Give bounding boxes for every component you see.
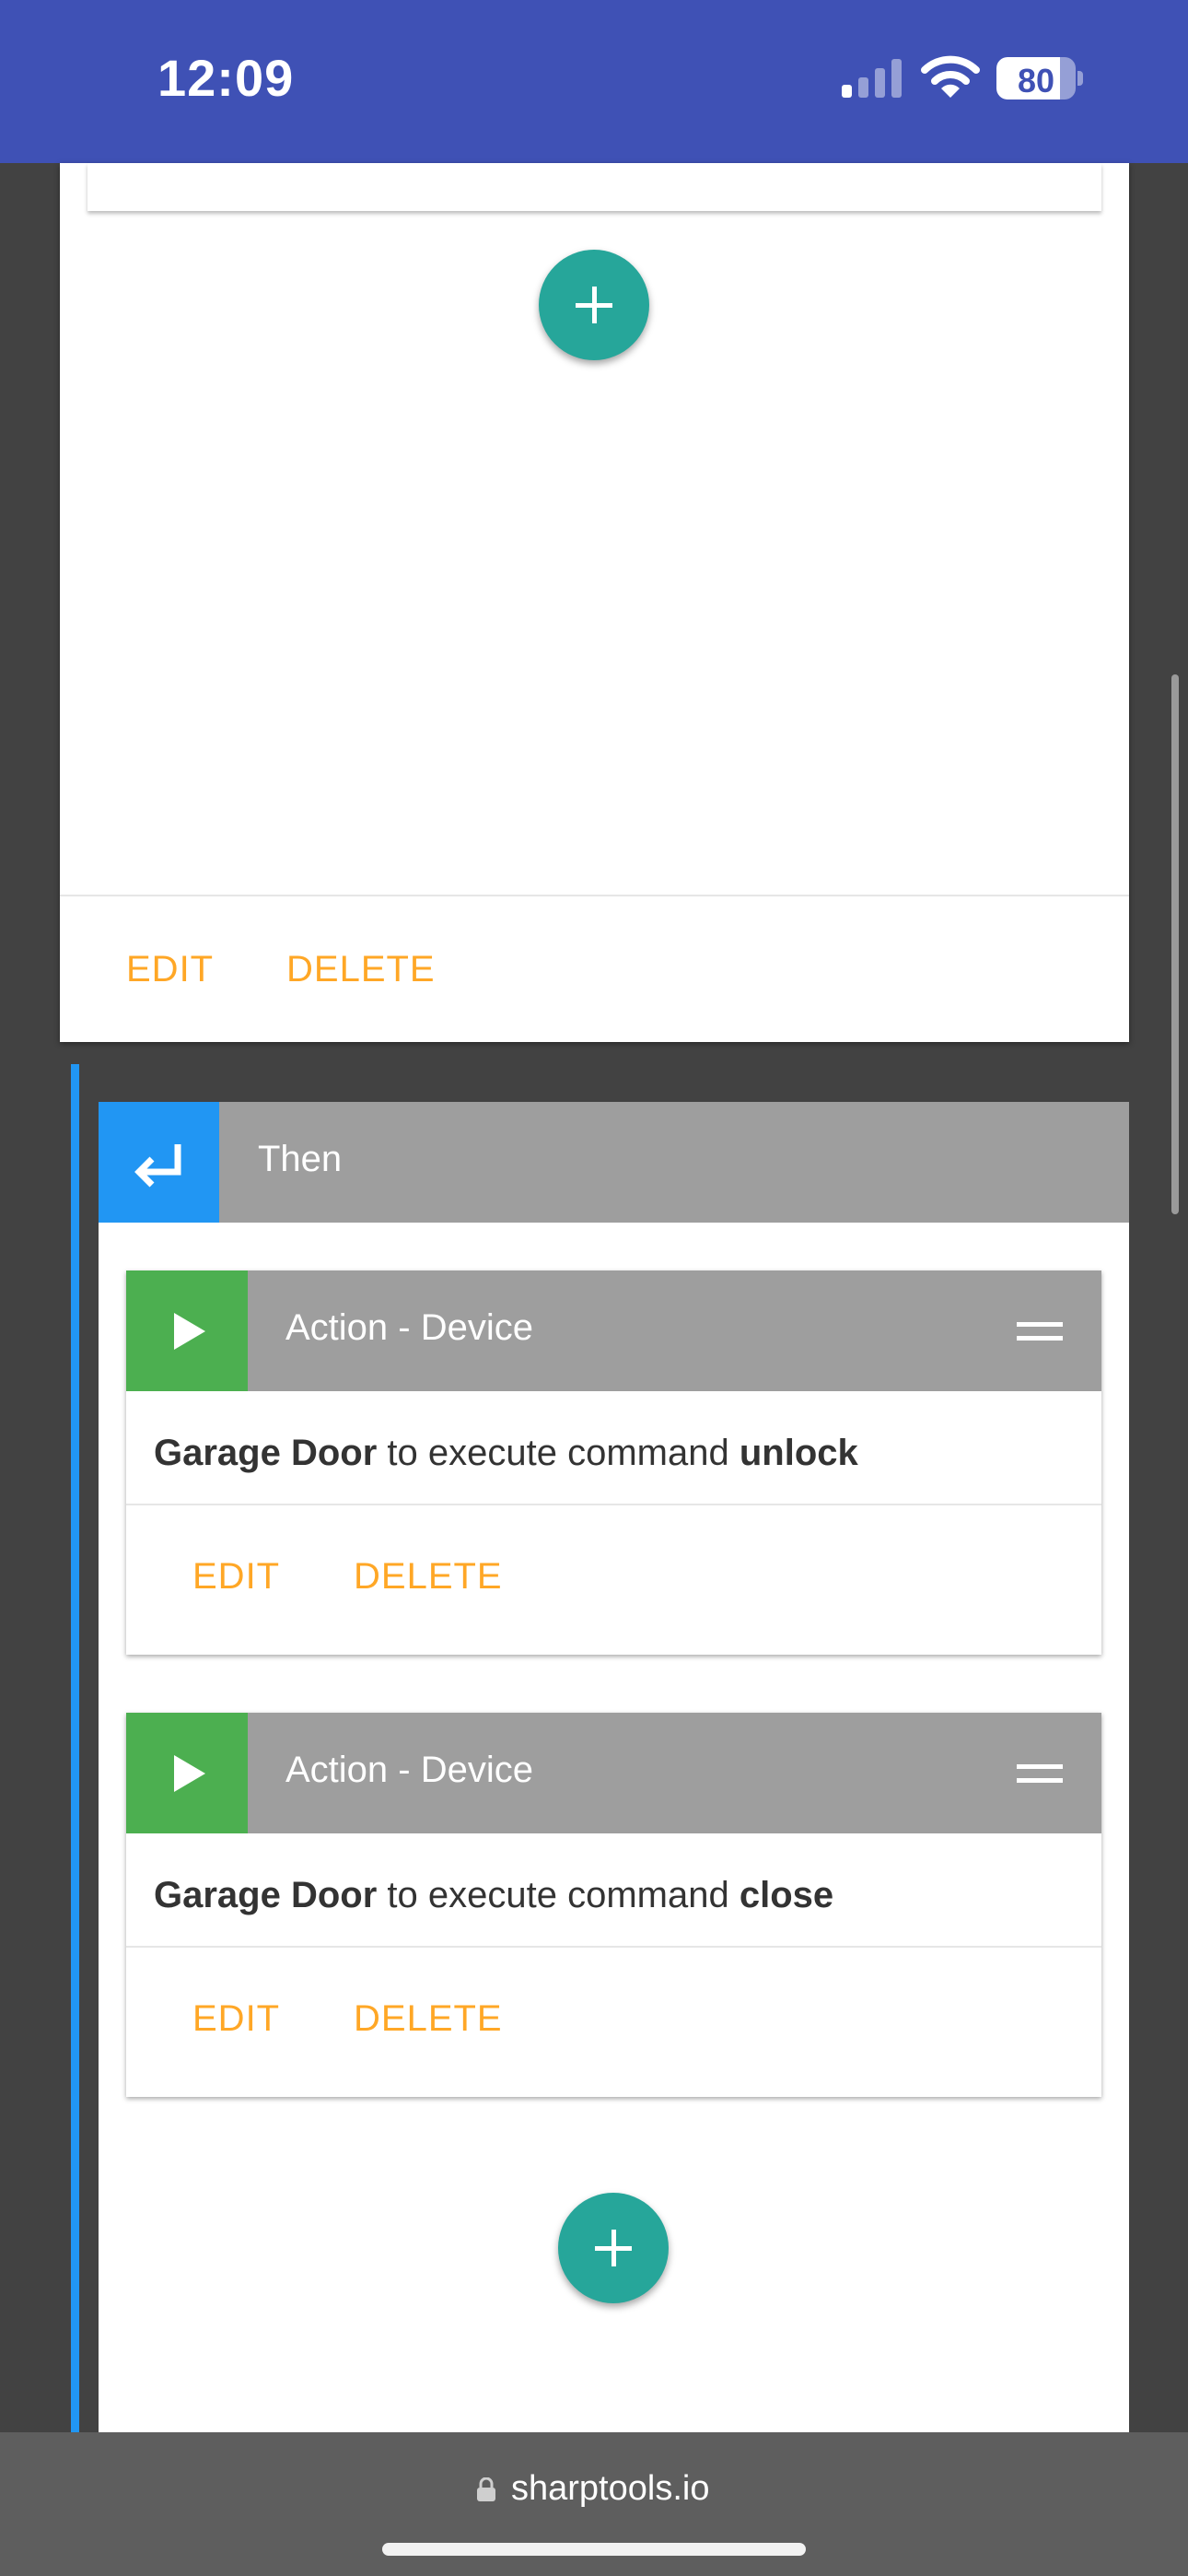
delete-button[interactable]: DELETE [286,949,436,990]
then-header [99,1102,1129,1223]
play-icon [126,1270,248,1391]
return-arrow-icon [99,1102,219,1223]
edit-button[interactable]: EDIT [192,1998,280,2040]
card-divider [60,895,1129,896]
then-branch-indicator [71,1064,79,2432]
edit-button[interactable]: EDIT [126,949,214,990]
command-name: close [739,1875,834,1915]
battery-icon: 80 [996,57,1085,101]
action-title: Action - Device [285,1750,533,1790]
device-name: Garage Door [154,1433,378,1473]
play-icon [126,1713,248,1833]
lock-icon [477,2477,495,2501]
card-divider [126,1946,1101,1948]
cellular-signal-icon [842,59,902,98]
drag-handle-icon[interactable] [1017,1764,1063,1785]
url-text[interactable]: sharptools.io [511,2469,709,2509]
home-indicator[interactable] [382,2543,806,2556]
clock: 12:09 [157,49,295,107]
card-divider [126,1504,1101,1505]
battery-nub [1077,71,1083,86]
wifi-icon [921,55,980,98]
drag-handle-icon[interactable] [1017,1322,1063,1342]
action-title: Action - Device [285,1307,533,1348]
action-card: Action - Device Garage Door to execute c… [126,1713,1101,2097]
battery-percent: 80 [1017,62,1055,100]
edit-button[interactable]: EDIT [192,1556,280,1598]
action-card-header [126,1713,1101,1833]
command-name: unlock [739,1433,858,1473]
action-card: Action - Device Garage Door to execute c… [126,1270,1101,1655]
delete-button[interactable]: DELETE [354,1998,503,2040]
device-name: Garage Door [154,1875,378,1915]
delete-button[interactable]: DELETE [354,1556,503,1598]
add-condition-button[interactable] [539,250,649,360]
then-title: Then [258,1139,343,1179]
add-action-button[interactable] [558,2193,669,2303]
nested-card-bottom [87,163,1101,211]
action-description: Garage Door to execute command unlock [154,1433,858,1474]
action-card-header [126,1270,1101,1391]
description-text: to execute command [377,1433,740,1473]
scrollbar[interactable] [1171,674,1179,1214]
action-description: Garage Door to execute command close [154,1875,833,1916]
description-text: to execute command [377,1875,740,1915]
